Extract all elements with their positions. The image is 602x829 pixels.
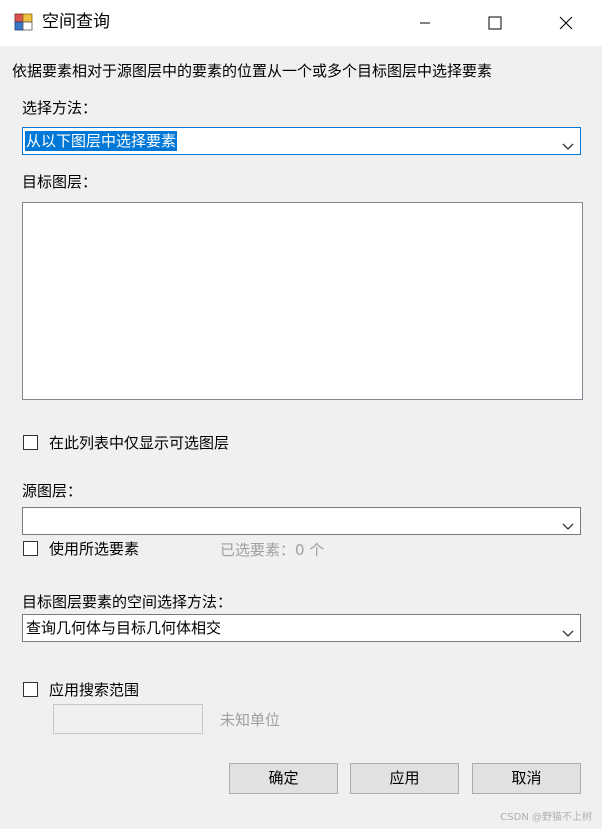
use-selected-label[interactable]: 使用所选要素 (49, 539, 139, 559)
apply-button[interactable]: 应用 (350, 763, 459, 794)
source-layer-value (25, 511, 27, 531)
watermark: CSDN @野猫不上树 (500, 812, 592, 823)
maximize-button[interactable] (472, 0, 518, 46)
search-distance-checkbox[interactable] (23, 682, 38, 697)
search-distance-unit: 未知单位 (220, 711, 281, 729)
minimize-icon (419, 17, 431, 29)
cancel-button[interactable]: 取消 (472, 763, 581, 794)
app-icon (14, 12, 34, 32)
source-layer-dropdown[interactable] (22, 507, 581, 535)
spatial-method-dropdown[interactable]: 查询几何体与目标几何体相交 (22, 614, 581, 642)
minimize-button[interactable] (402, 0, 448, 46)
target-layers-list[interactable] (22, 202, 583, 400)
close-button[interactable] (543, 0, 589, 46)
target-layers-label: 目标图层： (22, 173, 98, 191)
window-title: 空间查询 (42, 12, 110, 32)
chevron-down-icon[interactable] (562, 624, 574, 642)
selection-method-label: 选择方法： (22, 99, 98, 117)
title-bar[interactable]: 空间查询 (0, 0, 602, 46)
dialog-description: 依据要素相对于源图层中的要素的位置从一个或多个目标图层中选择要素 (12, 62, 493, 80)
selection-method-value: 从以下图层中选择要素 (25, 131, 178, 151)
search-distance-input[interactable] (53, 704, 203, 734)
selection-method-dropdown[interactable]: 从以下图层中选择要素 (22, 127, 581, 155)
spatial-method-value: 查询几何体与目标几何体相交 (26, 619, 222, 637)
use-selected-checkbox[interactable] (23, 541, 38, 556)
chevron-down-icon[interactable] (562, 137, 574, 155)
chevron-down-icon[interactable] (562, 517, 574, 535)
search-distance-label[interactable]: 应用搜索范围 (49, 680, 139, 700)
only-selectable-checkbox[interactable] (23, 435, 38, 450)
only-selectable-label[interactable]: 在此列表中仅显示可选图层 (49, 433, 229, 453)
selected-count-text: 已选要素：0 个 (220, 541, 325, 559)
spatial-method-label: 目标图层要素的空间选择方法： (22, 593, 233, 611)
source-layer-label: 源图层： (22, 482, 83, 500)
ok-button[interactable]: 确定 (229, 763, 338, 794)
maximize-icon (488, 16, 502, 30)
close-icon (559, 16, 573, 30)
